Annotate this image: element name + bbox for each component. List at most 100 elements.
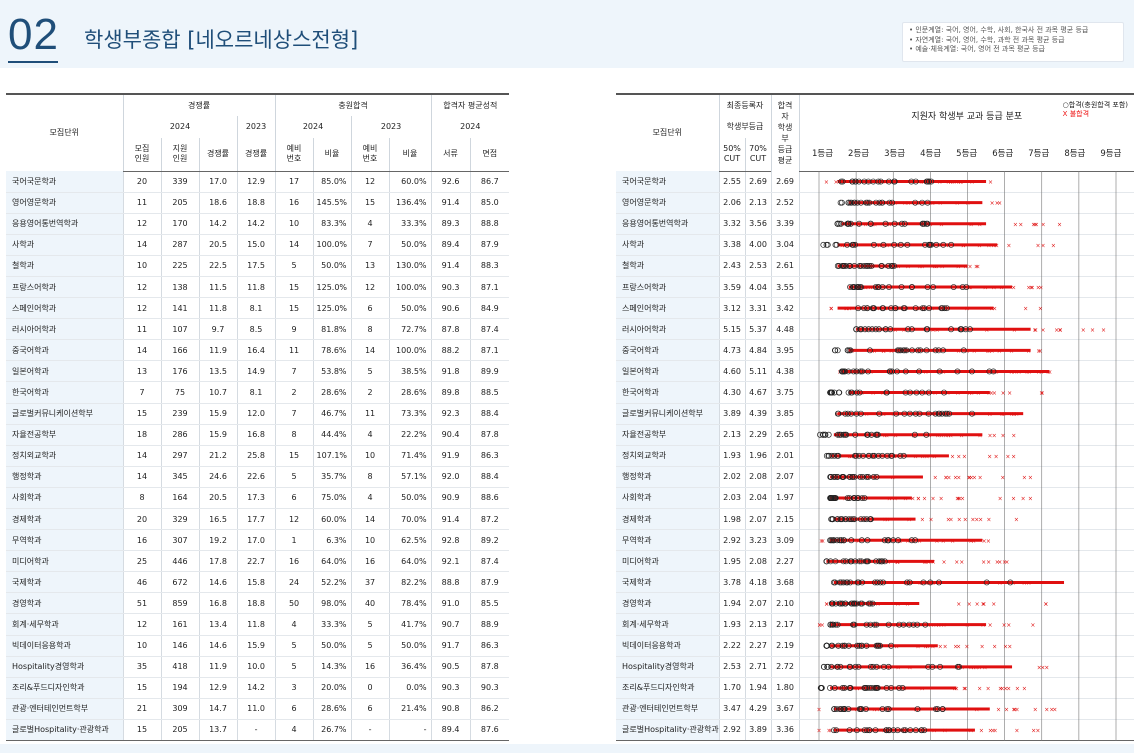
unit-name: 스페인어학과 bbox=[616, 297, 719, 320]
cell-comp: 19.2 bbox=[198, 529, 237, 552]
fail-mark: × bbox=[1028, 474, 1033, 481]
fail-mark: × bbox=[928, 517, 933, 524]
cell-comp23: 11.8 bbox=[236, 276, 276, 299]
cell-wait23: 16 bbox=[350, 550, 390, 573]
fail-mark: × bbox=[976, 390, 981, 397]
cell-c70: 1.96 bbox=[744, 445, 771, 467]
cell-c70: 4.39 bbox=[744, 403, 771, 425]
cell-wait23: 2 bbox=[350, 381, 390, 404]
fail-mark: × bbox=[992, 643, 997, 650]
fail-mark: × bbox=[907, 664, 912, 671]
fail-mark: × bbox=[863, 285, 868, 292]
fail-mark: × bbox=[939, 221, 944, 228]
header-passer-avg: 합격자 학생부 등급 평균 bbox=[770, 93, 799, 171]
fail-mark: × bbox=[1015, 685, 1020, 692]
cell-wait23: 40 bbox=[350, 592, 390, 615]
fail-mark: × bbox=[915, 643, 920, 650]
cell-c70: 3.56 bbox=[744, 213, 771, 235]
fail-mark: × bbox=[997, 580, 1002, 587]
cell-wait23: 13 bbox=[350, 255, 390, 277]
cell-c70: 3.23 bbox=[744, 529, 771, 552]
cell-ratio24: 28.6% bbox=[312, 698, 352, 720]
unit-name: 빅데이터응용학과 bbox=[616, 635, 719, 657]
grade-tick-label: 3등급 bbox=[884, 149, 906, 160]
fail-mark: × bbox=[994, 242, 999, 249]
cell-comp23: 11.8 bbox=[236, 613, 276, 636]
fail-mark: × bbox=[981, 622, 986, 629]
fail-mark: × bbox=[913, 348, 918, 355]
cell-wait23: 4 bbox=[350, 424, 390, 446]
fail-mark: × bbox=[975, 601, 980, 608]
cell-ratio24: 33.3% bbox=[312, 613, 352, 636]
cell-wait23: 6 bbox=[350, 297, 390, 320]
cell-c70: 5.37 bbox=[744, 318, 771, 341]
fail-mark: × bbox=[971, 664, 976, 671]
fail-mark: × bbox=[1002, 559, 1007, 566]
cell-comp: 14.7 bbox=[198, 698, 237, 720]
cell-c50: 4.30 bbox=[718, 381, 745, 404]
cell-doc: 90.6 bbox=[430, 297, 471, 320]
fail-mark: × bbox=[847, 306, 852, 313]
dist-plot: × × × × × × × × × × × × × × × × × × × × × × × × × × × × × × × × × × × × × × × ×… bbox=[817, 171, 1117, 741]
cell-c70: 2.04 bbox=[744, 487, 771, 510]
cell-doc: 91.9 bbox=[430, 445, 471, 467]
unit-name: 행정학과 bbox=[616, 466, 719, 488]
cell-recruit: 10 bbox=[122, 255, 161, 277]
cell-avg: 3.36 bbox=[770, 719, 799, 742]
cell-wait23: 8 bbox=[350, 318, 390, 341]
fail-mark: × bbox=[1007, 390, 1012, 397]
cell-applicants: 107 bbox=[160, 318, 199, 341]
cell-recruit: 10 bbox=[122, 635, 161, 657]
header-passer-avg-label: 합격자 학생부 등급 평균 bbox=[777, 101, 793, 165]
fail-mark: × bbox=[930, 327, 935, 334]
cell-comp23: 12.9 bbox=[236, 171, 276, 193]
fail-mark: × bbox=[1000, 432, 1005, 439]
cell-doc: 88.2 bbox=[430, 339, 471, 362]
fail-mark: × bbox=[932, 263, 937, 270]
fail-mark: × bbox=[997, 348, 1002, 355]
table-row: 응용영어통번역학과 12 170 14.2 14.2 10 83.3% 4 33.3% 89.3 8… bbox=[6, 213, 510, 235]
fail-mark: × bbox=[967, 390, 972, 397]
header-score-2024: 2024 bbox=[430, 116, 510, 138]
cell-doc: 90.3 bbox=[430, 677, 471, 699]
cell-applicants: 146 bbox=[160, 635, 199, 657]
fail-mark: × bbox=[905, 263, 910, 270]
fail-mark: × bbox=[988, 179, 993, 186]
cell-applicants: 205 bbox=[160, 192, 199, 214]
fail-mark: × bbox=[887, 496, 892, 503]
cell-avg: 1.97 bbox=[770, 487, 799, 510]
cell-comp: 9.7 bbox=[198, 318, 237, 341]
grade-tick-label: 7등급 bbox=[1028, 149, 1050, 160]
cell-comp: 16.8 bbox=[198, 592, 237, 615]
cell-comp: 13.4 bbox=[198, 613, 237, 636]
fail-mark: × bbox=[1011, 285, 1016, 292]
fail-mark: × bbox=[942, 728, 947, 735]
fail-mark: × bbox=[965, 622, 970, 629]
cell-doc: 89.4 bbox=[430, 234, 471, 256]
fail-mark: × bbox=[1040, 242, 1045, 249]
cell-doc: 92.1 bbox=[430, 550, 471, 573]
cell-recruit: 11 bbox=[122, 318, 161, 341]
fail-mark: × bbox=[890, 474, 895, 481]
cell-comp23: 8.1 bbox=[236, 381, 276, 404]
cell-doc: 91.0 bbox=[430, 592, 471, 615]
header-2024: 2024 bbox=[122, 116, 237, 138]
fail-mark: × bbox=[990, 728, 995, 735]
fail-mark: × bbox=[963, 685, 968, 692]
cell-wait24: 4 bbox=[274, 719, 314, 742]
cell-intv: 90.3 bbox=[469, 677, 510, 699]
cell-ratio24: 107.1% bbox=[312, 445, 352, 467]
pass-mark bbox=[836, 389, 843, 396]
unit-name: 정치외교학과 bbox=[6, 445, 123, 467]
fail-mark: × bbox=[1018, 221, 1023, 228]
table-row: 러시아어학과 11 107 9.7 8.5 9 81.8% 8 72.7% 87.8 87.4 bbox=[6, 318, 510, 341]
fail-mark: × bbox=[864, 411, 869, 418]
fail-mark: × bbox=[925, 411, 930, 418]
cell-comp: 16.5 bbox=[198, 508, 237, 531]
cell-avg: 3.75 bbox=[770, 381, 799, 404]
cell-ratio24: 60.0% bbox=[312, 508, 352, 531]
cell-ratio23: 72.7% bbox=[388, 318, 432, 341]
fail-mark: × bbox=[967, 263, 972, 270]
cell-c70: 2.29 bbox=[744, 424, 771, 446]
cell-wait24: 5 bbox=[274, 635, 314, 657]
